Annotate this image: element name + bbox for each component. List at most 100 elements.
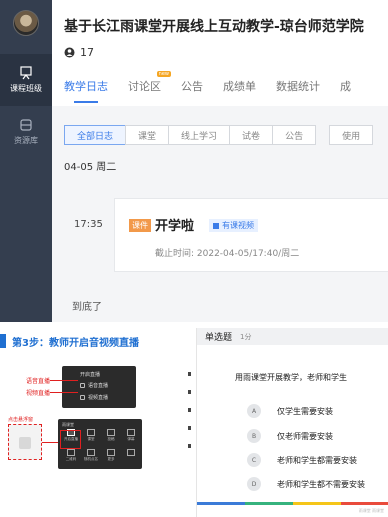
question-type: 单选题 [205,333,233,343]
bullet-marks [188,372,196,462]
random-icon [87,449,95,456]
callout-voice: 语音直播 [26,378,51,385]
color-strip-segment [197,502,245,505]
sidebar-item-classes[interactable]: 课程班级 [0,54,52,106]
log-card[interactable]: 课件 开学啦 有课视频 截止时间: 2022-04-05/17:40/周二 [114,198,388,272]
callout-video: 视频直播 [26,390,51,397]
color-strip [197,502,388,505]
people-icon [64,47,75,58]
course-page: 课程班级 资源库 基于长江雨课堂开展线上互动教学-琼台师范学院 17 教学日志 … [0,0,388,322]
tab-discussion[interactable]: 讨论区 new [128,71,171,103]
question-text: 用雨课堂开展教学，老师和学生 [235,373,347,382]
filter-exam[interactable]: 试卷 [229,125,274,145]
main-area: 基于长江雨课堂开展线上互动教学-琼台师范学院 17 教学日志 讨论区 new 公告… [52,0,388,322]
option-letter: C [247,453,261,467]
tool-extra[interactable] [122,449,140,466]
callout-arrow [50,392,78,393]
submit-icon [107,429,115,436]
tool-class[interactable]: 课堂 [82,429,100,446]
course-tabs: 教学日志 讨论区 new 公告 成绩单 数据统计 成 [64,71,371,103]
camera-icon [80,395,85,400]
filter-usage[interactable]: 使用 [329,125,374,145]
option-text: 仅学生需要安装 [277,406,333,416]
option-a[interactable]: A 仅学生需要安装 [247,404,333,418]
class-icon [19,66,33,80]
option-letter: D [247,477,261,491]
sidebar: 课程班级 资源库 [0,0,52,322]
library-icon [19,118,33,132]
color-strip-segment [341,502,388,505]
danmu-icon [127,429,135,436]
tab-statistics[interactable]: 数据统计 [276,78,320,103]
filter-all[interactable]: 全部日志 [64,125,127,145]
video-icon [213,222,219,229]
qrcode-icon [67,449,75,456]
tool-submission[interactable]: 投稿 [102,429,120,446]
callout-arrow [42,442,58,443]
tab-announcement[interactable]: 公告 [181,78,203,103]
live-menu: 开启直播 语音直播 视频直播 [62,366,136,408]
quiz-footer: 雨课堂 雨课堂 [358,508,384,513]
sidebar-item-label: 资源库 [14,136,38,145]
tool-danmu[interactable]: 弹幕 [122,429,140,446]
tool-random-call[interactable]: 随机点名 [82,449,100,466]
log-filters: 全部日志 课堂 线上学习 试卷 公告 使用 [64,125,374,145]
course-title: 基于长江雨课堂开展线上互动教学-琼台师范学院 [64,19,364,35]
option-c[interactable]: C 老师和学生都需要安装 [247,453,357,467]
float-button-icon [19,437,31,449]
option-b[interactable]: B 仅老师需要安装 [247,429,333,443]
float-window[interactable] [8,424,42,460]
quiz-slide: 单选题 1分 用雨课堂开展教学，老师和学生 A 仅学生需要安装 B 仅老师需要安… [196,328,388,517]
member-count[interactable]: 17 [64,46,94,59]
step-title: 第3步：教师开启音视频直播 [12,337,139,349]
color-strip-segment [245,502,293,505]
bullet-mark [188,372,191,376]
option-text: 仅老师需要安装 [277,431,333,441]
sidebar-item-library[interactable]: 资源库 [0,106,52,158]
mic-icon [80,383,85,388]
user-avatar[interactable] [13,10,39,36]
step-marker [0,334,6,348]
filter-online-study[interactable]: 线上学习 [168,125,231,145]
new-badge: new [156,71,171,77]
tab-more[interactable]: 成 [340,78,351,103]
end-of-list: 到底了 [72,302,102,313]
highlight-box [60,430,81,449]
log-content: 全部日志 课堂 线上学习 试卷 公告 使用 04-05 周二 17:35 课件 … [52,106,388,322]
option-text: 老师和学生都需要安装 [277,455,357,465]
color-strip-segment [293,502,341,505]
quiz-header: 单选题 1分 [197,328,388,345]
question-score: 1分 [240,332,252,341]
voice-live-option[interactable]: 语音直播 [80,382,108,389]
tool-more[interactable]: 更多 [102,449,120,466]
log-deadline: 截止时间: 2022-04-05/17:40/周二 [155,249,300,259]
option-letter: B [247,429,261,443]
log-time: 17:35 [74,219,103,230]
bullet-mark [188,426,191,430]
tab-grades[interactable]: 成绩单 [223,78,256,103]
video-tag: 有课视频 [209,219,258,232]
filter-announcement[interactable]: 公告 [272,125,317,145]
extra-icon [127,449,135,456]
course-header: 基于长江雨课堂开展线上互动教学-琼台师范学院 17 教学日志 讨论区 new 公告… [52,0,388,106]
courseware-badge: 课件 [129,219,151,232]
tab-teaching-log[interactable]: 教学日志 [64,78,108,103]
tool-qrcode[interactable]: 二维码 [62,449,80,466]
log-title: 开学啦 [155,219,195,234]
member-count-value: 17 [80,46,94,59]
bullet-mark [188,390,191,394]
step-bar: 第3步：教师开启音视频直播 [0,332,188,350]
option-letter: A [247,404,261,418]
tool-panel-title: 雨课堂 [62,422,74,427]
option-text: 老师和学生都不需要安装 [277,479,365,489]
filter-class[interactable]: 课堂 [125,125,170,145]
more-icon [107,449,115,456]
bullet-mark [188,444,191,448]
callout-arrow [50,380,78,381]
bullet-mark [188,408,191,412]
tutorial-slide: 第3步：教师开启音视频直播 开启直播 语音直播 视频直播 语音直播 视频直播 点… [0,328,188,517]
option-d[interactable]: D 老师和学生都不需要安装 [247,477,365,491]
class-icon [87,429,95,436]
live-menu-title: 开启直播 [80,372,101,378]
video-live-option[interactable]: 视频直播 [80,394,108,401]
